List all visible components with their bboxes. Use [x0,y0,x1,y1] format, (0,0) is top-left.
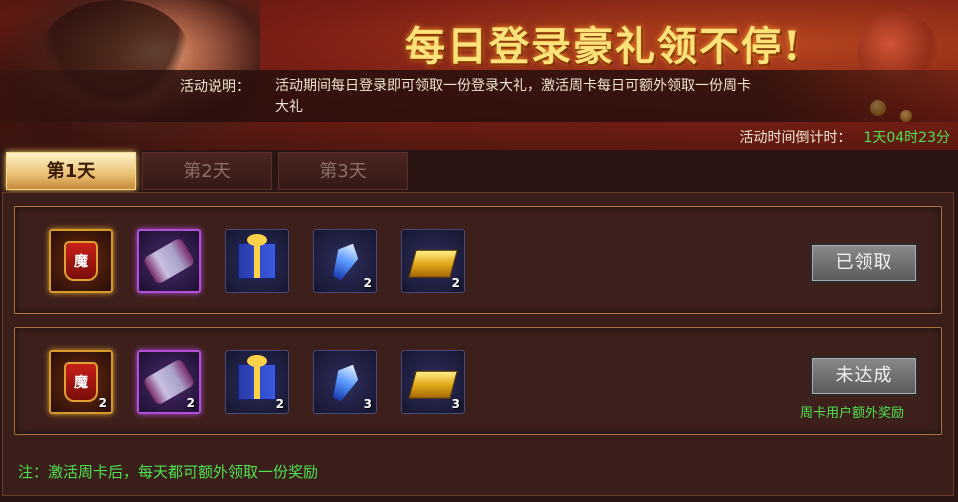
tab-day-3[interactable]: 第3天 [278,152,408,190]
crystal-icon [327,239,363,283]
tab-day-1[interactable]: 第1天 [6,152,136,190]
reward-item-crystal[interactable]: 2 [313,229,377,293]
item-count: 2 [451,276,460,290]
gold-bar-icon [408,370,458,399]
reward-item-crystal[interactable]: 3 [313,350,377,414]
item-count: 3 [363,397,372,411]
item-count: 2 [363,276,372,290]
reward-item-scroll[interactable]: 2 [137,350,201,414]
scroll-icon [142,237,196,285]
crystal-icon [327,360,363,404]
description-text: 活动期间每日登录即可领取一份登录大礼，激活周卡每日可额外领取一份周卡大礼 [275,78,751,115]
reward-row-daily: 2 2 [14,206,942,314]
claimed-button[interactable]: 已领取 [810,243,918,283]
banner: 每日登录豪礼领不停! 活动说明： 活动期间每日登录即可领取一份登录大礼，激活周卡… [0,0,958,150]
item-count: 3 [451,397,460,411]
item-count: 2 [98,396,107,410]
bag-icon [64,362,98,402]
countdown-value: 1天04时23分 [863,130,950,146]
gift-icon [238,355,276,400]
event-title: 每日登录豪礼领不停! [405,23,803,70]
reward-item-bag[interactable]: 2 [49,350,113,414]
description-label: 活动说明： [180,79,250,95]
tab-day-2[interactable]: 第2天 [142,152,272,190]
reward-item-gold[interactable]: 3 [401,350,465,414]
footer-note: 注：激活周卡后，每天都可额外领取一份奖励 [18,463,319,481]
reward-item-gift[interactable] [225,229,289,293]
countdown-label: 活动时间倒计时： [739,130,852,146]
countdown: 活动时间倒计时： 1天04时23分 [739,127,950,147]
gift-icon [238,234,276,279]
item-count: 2 [275,397,284,411]
item-count: 2 [186,396,195,410]
bag-icon [64,241,98,281]
not-reached-button[interactable]: 未达成 [810,356,918,396]
reward-item-gift[interactable]: 2 [225,350,289,414]
reward-item-scroll[interactable] [137,229,201,293]
reward-item-gold[interactable]: 2 [401,229,465,293]
reward-item-bag[interactable] [49,229,113,293]
weekly-card-note: 周卡用户额外奖励 [800,406,905,421]
gold-bar-icon [408,249,458,278]
